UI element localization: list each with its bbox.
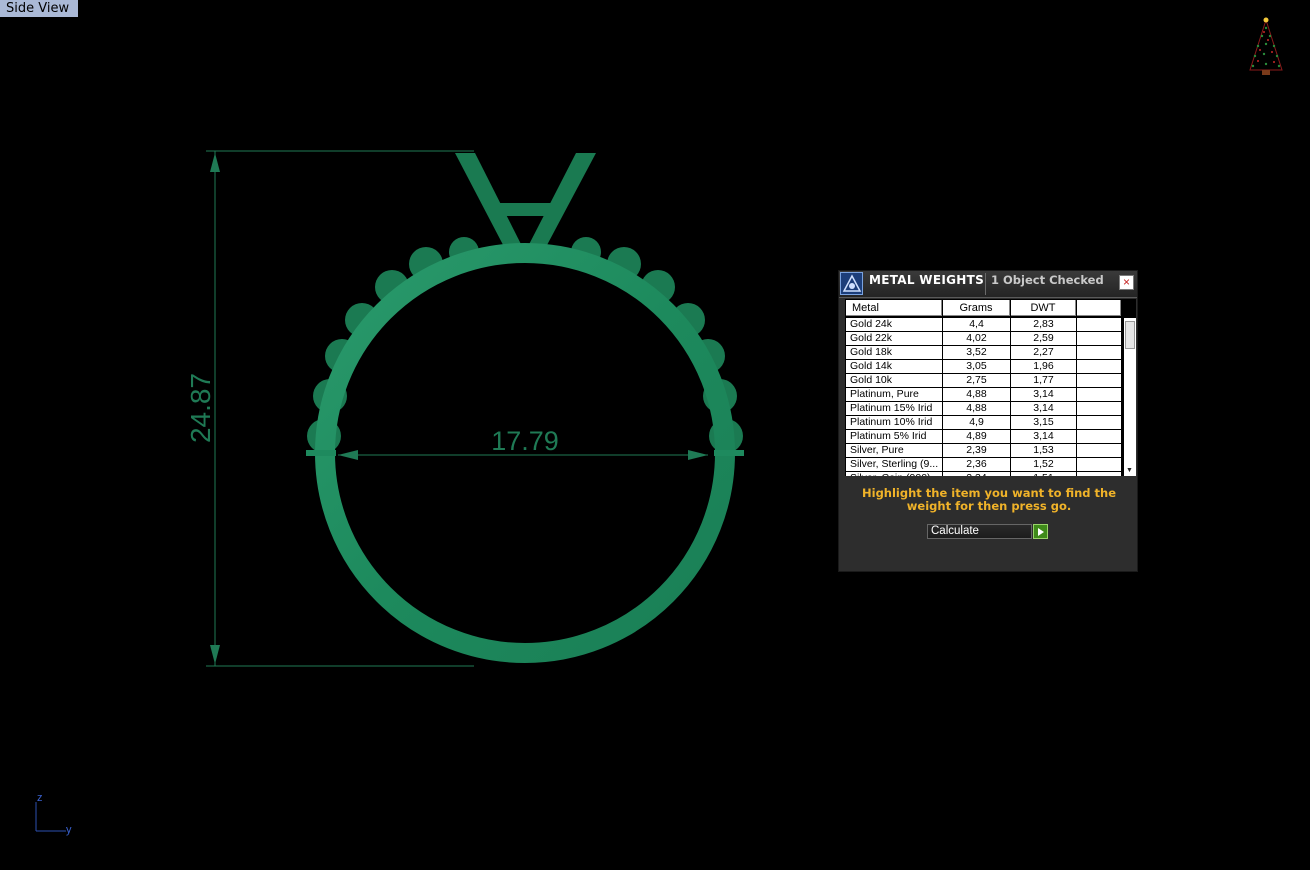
metal-cell: Gold 10k [846, 374, 942, 387]
table-row[interactable]: Gold 22k 4,02 2,59 [846, 332, 1122, 346]
table-row[interactable]: Platinum, Pure 4,88 3,14 [846, 388, 1122, 402]
grams-cell: 3,52 [943, 346, 1010, 359]
grams-cell: 2,36 [943, 458, 1010, 471]
grams-cell: 4,89 [943, 430, 1010, 443]
dwt-cell: 1,53 [1011, 444, 1076, 457]
blank-cell [1077, 402, 1121, 415]
dwt-cell: 2,59 [1011, 332, 1076, 345]
metal-cell: Silver, Sterling (9... [846, 458, 942, 471]
blank-cell [1077, 416, 1121, 429]
dwt-cell: 3,15 [1011, 416, 1076, 429]
grams-cell: 4,88 [943, 402, 1010, 415]
axis-y-label: y [66, 824, 72, 836]
metal-cell: Gold 14k [846, 360, 942, 373]
blank-cell [1077, 444, 1121, 457]
close-icon[interactable]: × [1119, 275, 1134, 290]
table-row[interactable]: Platinum 5% Irid 4,89 3,14 [846, 430, 1122, 444]
grams-cell: 2,75 [943, 374, 1010, 387]
dwt-cell: 3,14 [1011, 430, 1076, 443]
table-row[interactable]: Silver, Sterling (9... 2,36 1,52 [846, 458, 1122, 472]
scroll-down-icon[interactable]: ▼ [1126, 467, 1133, 474]
metal-cell: Gold 22k [846, 332, 942, 345]
axis-indicator: z y [30, 792, 90, 847]
blank-cell [1077, 360, 1121, 373]
calculate-dropdown[interactable]: Calculate [927, 524, 1032, 539]
column-header-metal[interactable]: Metal [846, 300, 942, 316]
blank-cell [1077, 458, 1121, 471]
app-logo-icon [840, 272, 863, 295]
scrollbar-thumb[interactable] [1125, 321, 1135, 349]
grams-cell: 2,39 [943, 444, 1010, 457]
table-row[interactable]: Silver, Pure 2,39 1,53 [846, 444, 1122, 458]
grams-cell: 4,88 [943, 388, 1010, 401]
blank-cell [1077, 374, 1121, 387]
go-button[interactable] [1033, 524, 1048, 539]
axis-z-label: z [37, 792, 43, 804]
grams-cell: 4,4 [943, 318, 1010, 331]
metal-cell: Gold 18k [846, 346, 942, 359]
objects-checked-status: 1 Object Checked [991, 273, 1104, 287]
blank-cell [1077, 430, 1121, 443]
grams-cell: 2,34 [943, 472, 1010, 476]
metal-cell: Platinum 15% Irid [846, 402, 942, 415]
table-row[interactable]: Gold 10k 2,75 1,77 [846, 374, 1122, 388]
blank-cell [1077, 318, 1121, 331]
dwt-cell: 1,51 [1011, 472, 1076, 476]
instruction-text: Highlight the item you want to find the … [862, 486, 1116, 513]
ring-stones [307, 237, 743, 453]
metal-weights-title: METAL WEIGHTS [869, 273, 985, 287]
column-header-grams[interactable]: Grams [943, 300, 1010, 316]
metal-cell: Silver, Pure [846, 444, 942, 457]
table-header: Metal Grams DWT [846, 300, 1122, 316]
dwt-cell: 1,96 [1011, 360, 1076, 373]
metal-cell: Platinum 5% Irid [846, 430, 942, 443]
dwt-cell: 3,14 [1011, 388, 1076, 401]
grams-cell: 4,9 [943, 416, 1010, 429]
metal-weights-panel: METAL WEIGHTS 1 Object Checked × Metal G… [838, 270, 1138, 572]
width-dimension-label: 17.79 [491, 426, 559, 456]
titlebar-divider [985, 273, 986, 295]
metal-cell: Platinum, Pure [846, 388, 942, 401]
column-header-blank [1077, 300, 1121, 316]
metal-cell: Gold 24k [846, 318, 942, 331]
table-row[interactable]: Platinum 15% Irid 4,88 3,14 [846, 402, 1122, 416]
table-scrollbar[interactable]: ▼ [1124, 318, 1136, 476]
dwt-cell: 1,77 [1011, 374, 1076, 387]
dwt-cell: 3,14 [1011, 402, 1076, 415]
blank-cell [1077, 332, 1121, 345]
grams-cell: 3,05 [943, 360, 1010, 373]
table-row[interactable]: Platinum 10% Irid 4,9 3,15 [846, 416, 1122, 430]
blank-cell [1077, 346, 1121, 359]
blank-cell [1077, 472, 1121, 476]
metal-weights-titlebar[interactable]: METAL WEIGHTS 1 Object Checked × [839, 271, 1137, 298]
table-row[interactable]: Gold 18k 3,52 2,27 [846, 346, 1122, 360]
dwt-cell: 2,27 [1011, 346, 1076, 359]
metal-cell: Platinum 10% Irid [846, 416, 942, 429]
dwt-cell: 1,52 [1011, 458, 1076, 471]
metal-cell: Silver, Coin (900) [846, 472, 942, 476]
christmas-tree-icon [1249, 17, 1283, 75]
metal-weights-table[interactable]: Metal Grams DWT Gold 24k 4,4 2,83 Gold 22k 4… [845, 299, 1136, 476]
table-row[interactable]: Silver, Coin (900)2,341,51 [846, 472, 1122, 476]
height-dimension-label: 24.87 [185, 373, 216, 443]
table-body: Gold 24k 4,4 2,83 Gold 22k 4,02 2,59 Gold 18k 3… [846, 318, 1122, 476]
dwt-cell: 2,83 [1011, 318, 1076, 331]
column-header-dwt[interactable]: DWT [1011, 300, 1076, 316]
table-row[interactable]: Gold 14k 3,05 1,96 [846, 360, 1122, 374]
blank-cell [1077, 388, 1121, 401]
grams-cell: 4,02 [943, 332, 1010, 345]
table-row[interactable]: Gold 24k 4,4 2,83 [846, 318, 1122, 332]
